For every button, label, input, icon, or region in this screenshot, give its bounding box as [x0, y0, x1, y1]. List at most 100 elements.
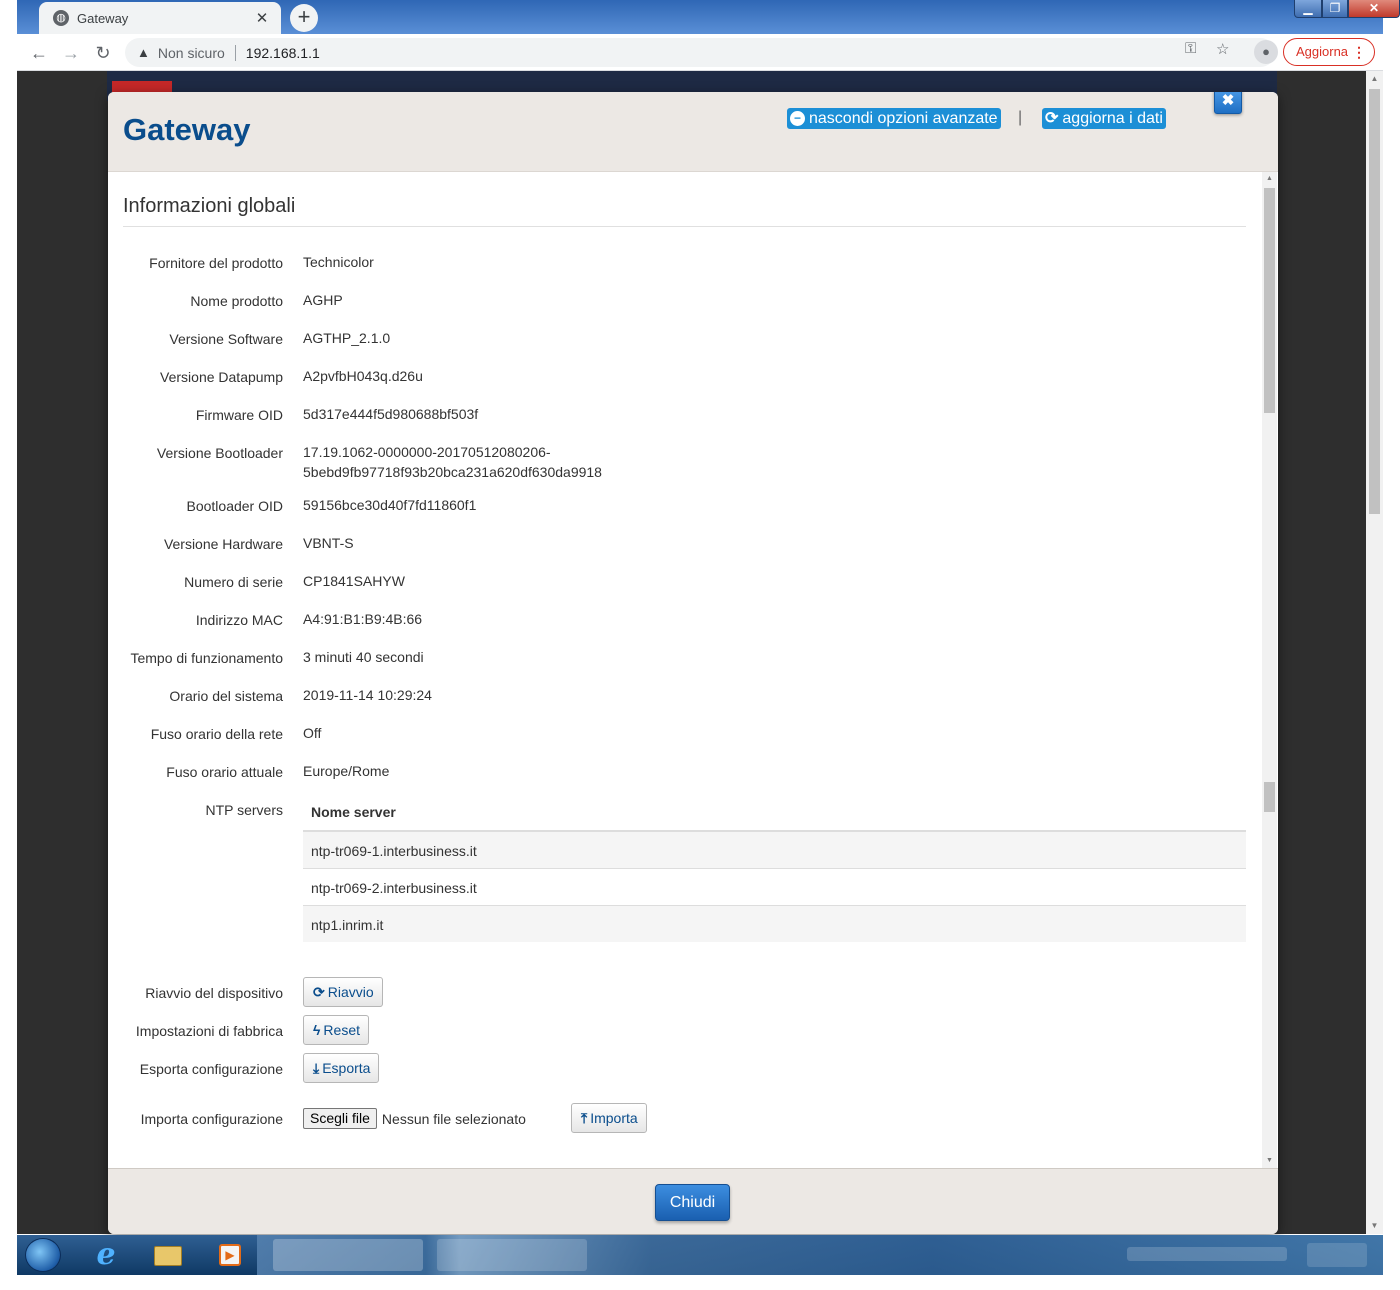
internet-explorer-icon[interactable]: e	[89, 1238, 123, 1272]
file-status-text: Nessun file selezionato	[381, 1110, 526, 1127]
label-uptime: Tempo di funzionamento	[130, 650, 283, 666]
value-vendor: Technicolor	[303, 254, 374, 270]
hide-advanced-label: nascondi opzioni avanzate	[809, 110, 998, 127]
ntp-servers-table: Nome server ntp-tr069-1.interbusiness.it…	[303, 791, 1246, 942]
minimize-icon[interactable]: ▁	[1294, 0, 1322, 18]
value-software-version: AGTHP_2.1.0	[303, 330, 391, 346]
system-tray	[1127, 1247, 1287, 1261]
value-current-timezone: Europe/Rome	[303, 763, 390, 779]
window-close-icon[interactable]: ✕	[1348, 0, 1400, 18]
import-button[interactable]: ⤒ Importa	[571, 1103, 647, 1133]
url-text[interactable]: 192.168.1.1	[246, 45, 320, 61]
label-export-config: Esporta configurazione	[139, 1061, 283, 1077]
label-datapump-version: Versione Datapump	[160, 369, 283, 385]
file-input[interactable]: Scegli file Nessun file selezionato	[303, 1108, 526, 1129]
label-hardware-version: Versione Hardware	[163, 536, 283, 552]
page-scrollbar[interactable]: ▲ ▼	[1366, 71, 1383, 1234]
modal-scrollbar-thumb[interactable]	[1264, 188, 1275, 413]
window-controls: ▁ ❐ ✕	[1294, 0, 1400, 20]
back-arrow-icon[interactable]: ←	[26, 40, 52, 66]
value-network-timezone: Off	[303, 725, 322, 741]
modal-close-icon[interactable]: ✖	[1214, 92, 1242, 114]
gateway-modal: Gateway − nascondi opzioni avanzate | ⟳ …	[108, 92, 1278, 1234]
label-ntp-servers: NTP servers	[205, 802, 283, 818]
value-firmware-oid: 5d317e444f5d980688bf503f	[303, 406, 479, 422]
close-button[interactable]: Chiudi	[655, 1184, 730, 1221]
forward-arrow-icon[interactable]: →	[58, 40, 84, 66]
menu-dots-icon: ⋮	[1352, 44, 1366, 60]
scroll-up-icon[interactable]: ▲	[1262, 172, 1277, 186]
screen: ◍ Gateway ✕ + ▁ ❐ ✕ ← → ↻ ▲ Non sicuro 1…	[0, 0, 1400, 1290]
value-bootloader-version-line1: 17.19.1062-0000000-20170512080206-	[303, 444, 551, 460]
reboot-button[interactable]: ⟳ Riavvio	[303, 977, 383, 1007]
hide-advanced-button[interactable]: − nascondi opzioni avanzate	[787, 108, 1001, 129]
reboot-button-label: Riavvio	[327, 984, 374, 1000]
taskbar-clock	[1307, 1243, 1367, 1267]
reset-button-label: Reset	[323, 1022, 360, 1038]
label-reboot: Riavvio del dispositivo	[145, 985, 283, 1001]
address-bar[interactable]: ▲ Non sicuro 192.168.1.1	[125, 38, 1275, 67]
start-button-icon[interactable]	[25, 1238, 61, 1272]
browser-tab[interactable]: ◍ Gateway ✕	[39, 2, 281, 34]
scroll-down-icon[interactable]: ▼	[1262, 1154, 1277, 1168]
warning-icon: ▲	[137, 45, 150, 60]
taskbar-blurred-item	[273, 1239, 423, 1271]
table-row: ntp-tr069-1.interbusiness.it	[303, 831, 1246, 868]
label-mac-address: Indirizzo MAC	[195, 612, 283, 628]
reset-button[interactable]: ϟ Reset	[303, 1015, 369, 1045]
maximize-icon[interactable]: ❐	[1322, 0, 1348, 18]
browser-title-bar: ◍ Gateway ✕ + ▁ ❐ ✕	[17, 0, 1400, 34]
scroll-up-icon[interactable]: ▲	[1366, 71, 1383, 87]
label-vendor: Fornitore del prodotto	[149, 255, 283, 271]
label-current-timezone: Fuso orario attuale	[166, 764, 283, 780]
value-system-time: 2019-11-14 10:29:24	[303, 687, 432, 703]
reload-icon[interactable]: ↻	[90, 40, 116, 66]
star-icon[interactable]: ☆	[1216, 40, 1229, 58]
address-separator	[234, 44, 236, 61]
download-icon: ⤓	[313, 1060, 320, 1076]
tab-close-icon[interactable]: ✕	[253, 9, 271, 27]
update-button[interactable]: Aggiorna ⋮	[1283, 38, 1375, 66]
key-icon[interactable]: ⚿	[1185, 40, 1196, 57]
modal-scrollbar-marker	[1264, 782, 1275, 812]
label-network-timezone: Fuso orario della rete	[150, 726, 283, 742]
modal-scrollbar[interactable]: ▲ ▼	[1262, 172, 1277, 1168]
value-datapump-version: A2pvfbH043q.d26u	[303, 368, 423, 384]
modal-footer: Chiudi	[108, 1168, 1278, 1234]
file-explorer-icon[interactable]	[151, 1238, 185, 1272]
globe-icon: ◍	[53, 10, 69, 26]
export-button[interactable]: ⤓ Esporta	[303, 1053, 380, 1083]
value-bootloader-oid: 59156bce30d40f7fd11860f1	[303, 497, 477, 513]
new-tab-button[interactable]: +	[290, 4, 318, 32]
value-uptime: 3 minuti 40 secondi	[303, 649, 424, 665]
profile-avatar-icon[interactable]: ●	[1254, 40, 1278, 64]
tab-title: Gateway	[77, 10, 129, 26]
upload-icon: ⤒	[581, 1110, 588, 1126]
choose-file-button[interactable]: Scegli file	[303, 1108, 377, 1129]
label-product-name: Nome prodotto	[190, 293, 283, 309]
scroll-down-icon[interactable]: ▼	[1366, 1218, 1383, 1234]
update-label: Aggiorna	[1296, 44, 1349, 59]
bolt-icon: ϟ	[313, 1022, 321, 1038]
label-serial-number: Numero di serie	[184, 574, 283, 590]
value-product-name: AGHP	[303, 292, 343, 308]
refresh-icon: ⟳	[313, 984, 325, 1000]
ntp-column-header: Nome server	[303, 791, 1246, 831]
security-indicator[interactable]: Non sicuro	[158, 45, 225, 61]
value-bootloader-version: 17.19.1062-0000000-20170512080206- 5bebd…	[303, 442, 602, 482]
taskbar: e ▶	[17, 1235, 1383, 1275]
value-bootloader-version-line2: 5bebd9fb97718f93b20bca231a620df630da9918	[303, 464, 602, 480]
import-button-label: Importa	[590, 1110, 638, 1126]
value-serial-number: CP1841SAHYW	[303, 573, 405, 589]
section-title: Informazioni globali	[123, 195, 296, 217]
page-scrollbar-thumb[interactable]	[1369, 89, 1380, 514]
refresh-data-label: aggiorna i dati	[1062, 110, 1163, 127]
section-divider	[123, 226, 1246, 227]
table-row: ntp1.inrim.it	[303, 905, 1246, 942]
refresh-data-button[interactable]: ⟳ aggiorna i dati	[1042, 108, 1166, 129]
table-row: ntp-tr069-2.interbusiness.it	[303, 868, 1246, 905]
media-player-icon[interactable]: ▶	[215, 1238, 245, 1272]
modal-title: Gateway	[123, 112, 251, 147]
label-system-time: Orario del sistema	[169, 688, 283, 704]
modal-header: Gateway − nascondi opzioni avanzate | ⟳ …	[108, 92, 1278, 172]
